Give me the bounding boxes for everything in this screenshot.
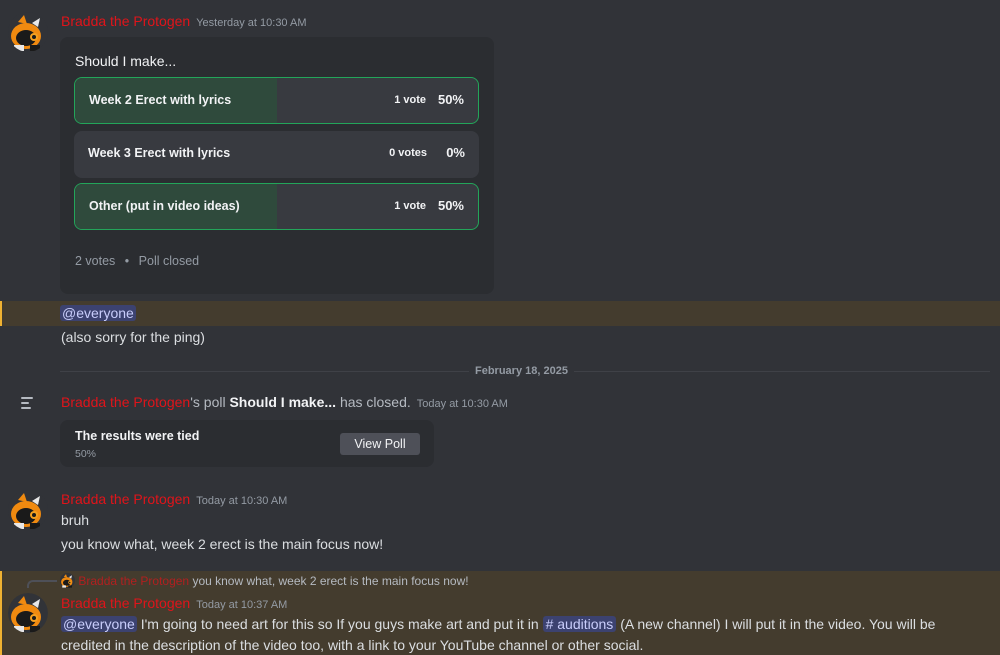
- poll-total-votes: 2 votes: [75, 254, 116, 268]
- poll-option[interactable]: Week 2 Erect with lyrics 1 vote 50%: [74, 77, 479, 124]
- poll-option-label: Week 2 Erect with lyrics: [89, 93, 232, 107]
- everyone-mention[interactable]: @everyone: [61, 616, 137, 632]
- poll-option-label: Week 3 Erect with lyrics: [88, 146, 231, 160]
- poll-option-votes: 0 votes: [389, 147, 427, 159]
- message-text: bruh: [61, 512, 90, 528]
- message-text-part: I'm going to need art for this so If you…: [136, 616, 543, 632]
- username[interactable]: Bradda the Protogen: [61, 394, 190, 410]
- poll-footer: 2 votes • Poll closed: [75, 254, 199, 268]
- view-poll-button[interactable]: View Poll: [340, 433, 420, 455]
- avatar[interactable]: [8, 593, 48, 633]
- poll-status: Poll closed: [138, 254, 200, 268]
- timestamp: Today at 10:30 AM: [416, 398, 508, 410]
- poll-option-percent: 0%: [446, 145, 465, 160]
- avatar[interactable]: [8, 490, 48, 530]
- poll-option[interactable]: Other (put in video ideas) 1 vote 50%: [74, 183, 479, 230]
- avatar[interactable]: [8, 12, 48, 52]
- system-message-header: Bradda the Protogen's poll Should I make…: [61, 394, 508, 410]
- message-text: you know what, week 2 erect is the main …: [61, 536, 384, 552]
- message-text: (also sorry for the ping): [61, 329, 205, 345]
- poll-separator: •: [124, 254, 130, 268]
- poll-results-card: The results were tied 50% View Poll: [60, 420, 434, 467]
- message-text: @everyone I'm going to need art for this…: [61, 614, 981, 655]
- poll-title-link[interactable]: Should I make...: [229, 394, 336, 410]
- poll-option-percent: 50%: [437, 92, 464, 107]
- message-header: Bradda the Protogen Yesterday at 10:30 AM: [61, 13, 307, 31]
- mention-bar: [0, 301, 2, 326]
- message-header: Bradda the Protogen Today at 10:30 AM: [61, 491, 287, 509]
- everyone-mention[interactable]: @everyone: [60, 305, 136, 321]
- poll-option-votes: 1 vote: [394, 94, 426, 106]
- poll-suffix: 's poll: [190, 394, 226, 410]
- message-header: Bradda the Protogen Today at 10:37 AM: [61, 595, 287, 613]
- poll-result-icon: [21, 396, 35, 414]
- poll-closed-text: has closed.: [339, 394, 411, 410]
- reply-avatar: [60, 573, 75, 588]
- results-percent: 50%: [75, 448, 97, 460]
- timestamp: Today at 10:37 AM: [196, 599, 288, 611]
- poll-option[interactable]: Week 3 Erect with lyrics 0 votes 0%: [74, 131, 479, 178]
- mention-highlight-row: Bradda the Protogen you know what, week …: [0, 571, 1000, 655]
- reply-preview[interactable]: Bradda the Protogen you know what, week …: [60, 573, 469, 588]
- username[interactable]: Bradda the Protogen: [61, 595, 190, 611]
- poll-question: Should I make...: [75, 53, 177, 69]
- reply-spine: [27, 580, 57, 588]
- reply-username[interactable]: Bradda the Protogen: [78, 574, 189, 588]
- reply-text: you know what, week 2 erect is the main …: [192, 574, 469, 588]
- results-title: The results were tied: [75, 429, 200, 443]
- channel-mention[interactable]: # auditions: [542, 616, 617, 632]
- mention-bar: [0, 571, 2, 655]
- poll-option-votes: 1 vote: [394, 200, 426, 212]
- username[interactable]: Bradda the Protogen: [61, 491, 190, 507]
- date-divider-label: February 18, 2025: [469, 365, 574, 377]
- username[interactable]: Bradda the Protogen: [61, 13, 190, 29]
- timestamp: Yesterday at 10:30 AM: [196, 17, 307, 29]
- timestamp: Today at 10:30 AM: [196, 495, 288, 507]
- poll-card: Should I make... Week 2 Erect with lyric…: [60, 37, 494, 294]
- poll-option-label: Other (put in video ideas): [89, 199, 240, 213]
- poll-option-percent: 50%: [437, 198, 464, 213]
- mention-highlight-row: @everyone: [0, 301, 1000, 326]
